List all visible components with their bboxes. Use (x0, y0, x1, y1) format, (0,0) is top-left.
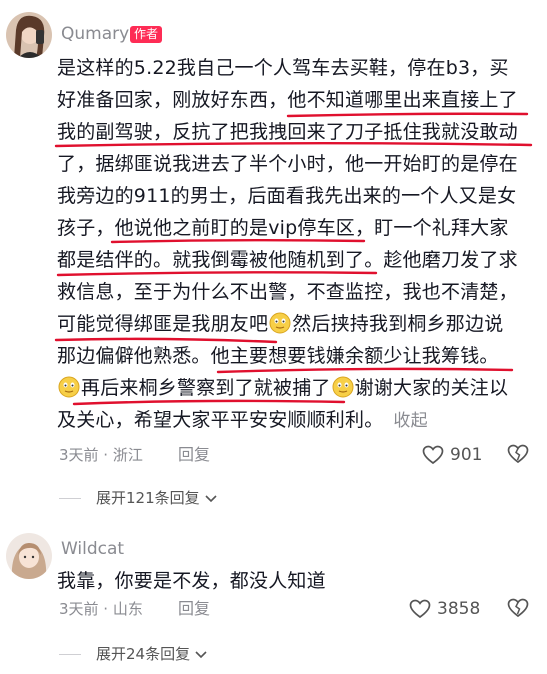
comment-text: 我靠，你要是不发，都没人知道 (57, 570, 326, 592)
expand-replies-label: 展开24条回复 (96, 645, 191, 663)
like-count: 901 (450, 445, 483, 465)
heart-icon (409, 599, 431, 619)
comment-line: 再后来桐乡警察到了就被捕了 谢谢大家的关注以 (57, 372, 535, 404)
chevron-down-icon (195, 651, 207, 659)
comment-line: 可能觉得绑匪是我朋友吧 然后挟持我到桐乡那边说 (57, 308, 535, 340)
comment-line: 孩子，他说他之前盯的是vip停车区，盯一个礼拜大家 (57, 217, 509, 239)
like-button[interactable]: 3858 (409, 598, 480, 620)
broken-heart-icon[interactable] (507, 598, 529, 618)
comment-line: 都是结伴的。就我倒霉被他随机到了。趁他磨刀发了求 (57, 249, 518, 271)
username[interactable]: Qumary (61, 24, 129, 44)
comment-line: 好准备回家，刚放好东西，他不知道哪里出来直接上了 (57, 89, 518, 111)
comment-line: 那边偏僻他熟悉。他主要想要钱嫌余额少让我筹钱。 (57, 345, 499, 367)
comment-fragment: 再后来桐乡警察到了就被捕了 (81, 377, 331, 399)
reply-button[interactable]: 回复 (178, 599, 210, 619)
collapse-link[interactable]: 收起 (393, 411, 427, 431)
comment-text: 是这样的5.22我自己一个人驾车去买鞋，停在b3，买 好准备回家，刚放好东西，他… (57, 52, 535, 437)
comment-line: 是这样的5.22我自己一个人驾车去买鞋，停在b3，买 (57, 57, 509, 79)
comment-line: 我旁边的911的男士，后面看我先出来的一个人又是女 (57, 185, 517, 207)
username[interactable]: Wildcat (61, 539, 124, 559)
divider (59, 654, 81, 655)
avatar[interactable] (6, 533, 52, 579)
smile-emoji-icon (269, 312, 291, 334)
like-count: 3858 (437, 599, 481, 619)
reply-button[interactable]: 回复 (178, 445, 210, 465)
broken-heart-icon[interactable] (507, 444, 529, 464)
comment-fragment: 可能觉得绑匪是我朋友吧 (57, 313, 269, 335)
timestamp-location: 3天前 · 山东 (59, 600, 143, 618)
smile-emoji-icon (58, 376, 80, 398)
avatar[interactable] (6, 12, 52, 58)
comment-line: 了，据绑匪说我进去了半个小时，他一开始盯的是停在 (57, 153, 518, 175)
expand-replies-button[interactable]: 展开24条回复 (96, 644, 208, 664)
author-badge: 作者 (130, 26, 163, 43)
heart-icon (422, 445, 444, 465)
comment-line: 及关心，希望大家平平安安顺顺利利。 收起 (57, 404, 535, 437)
like-button[interactable]: 901 (422, 444, 482, 466)
expand-replies-label: 展开121条回复 (96, 489, 200, 507)
comment-fragment: 及关心，希望大家平平安安顺顺利利。 (57, 409, 384, 431)
timestamp-location: 3天前 · 浙江 (59, 446, 143, 464)
comment-fragment: 然后挟持我到桐乡那边说 (292, 313, 504, 335)
comment-line: 救信息，至于为什么不出警，不查监控，我也不清楚， (57, 281, 518, 303)
comment-line: 我的副驾驶，反抗了把我拽回来了刀子抵住我就没敢动 (57, 121, 518, 143)
chevron-down-icon (205, 495, 217, 503)
expand-replies-button[interactable]: 展开121条回复 (96, 488, 218, 508)
comment-fragment: 谢谢大家的关注以 (354, 377, 509, 399)
smile-emoji-icon (332, 376, 354, 398)
divider (59, 498, 81, 499)
